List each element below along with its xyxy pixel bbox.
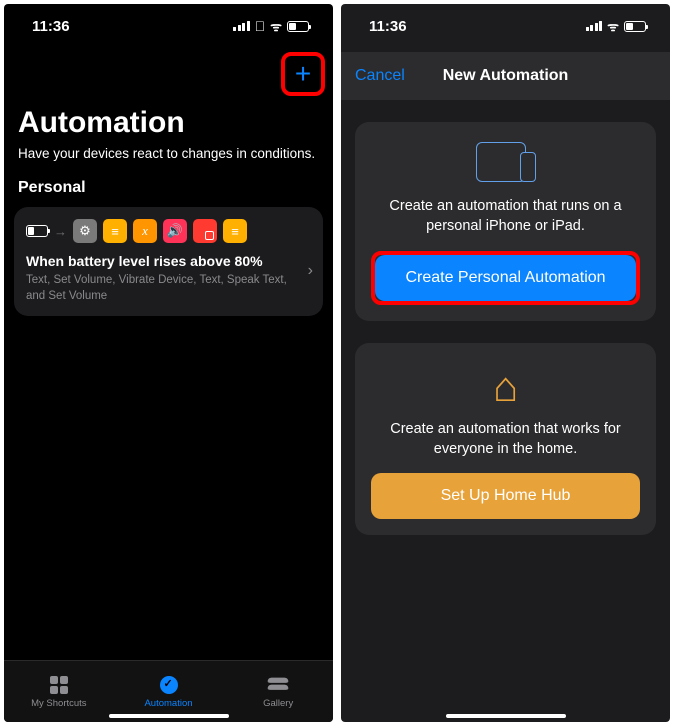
cancel-button[interactable]: Cancel xyxy=(355,67,405,85)
status-time: 11:36 xyxy=(369,18,407,35)
grid-icon xyxy=(50,676,68,694)
home-indicator[interactable] xyxy=(109,714,229,718)
home-indicator[interactable] xyxy=(446,714,566,718)
action-icon-row: → ⚙ ≡ x 🔊 ≡ xyxy=(26,219,311,243)
automation-icon xyxy=(160,676,178,694)
tab-label: Gallery xyxy=(263,698,293,709)
home-automation-card: ⌂ Create an automation that works for ev… xyxy=(355,343,656,536)
devices-icon xyxy=(476,142,536,182)
personal-text: Create an automation that runs on a pers… xyxy=(371,196,640,237)
tab-label: My Shortcuts xyxy=(31,698,86,709)
wifi-icon: ᯤ xyxy=(607,17,619,35)
battery-icon xyxy=(624,21,646,32)
status-indicators:  ᯤ xyxy=(233,17,309,35)
chevron-right-icon: › xyxy=(308,262,313,280)
sheet-header: Cancel New Automation xyxy=(341,52,670,100)
page-title: Automation xyxy=(18,106,319,140)
home-text: Create an automation that works for ever… xyxy=(371,419,640,460)
tab-automation[interactable]: Automation xyxy=(114,661,224,722)
personal-automation-card: Create an automation that runs on a pers… xyxy=(355,122,656,321)
text-icon-2: ≡ xyxy=(223,219,247,243)
battery-icon xyxy=(287,21,309,32)
cellular-icon xyxy=(233,21,250,31)
status-bar: 11:36  ᯤ xyxy=(4,4,333,48)
highlight-add: + xyxy=(281,52,325,96)
arrow-icon: → xyxy=(54,224,67,239)
wifi-icon: ᯤ xyxy=(270,17,282,35)
add-button[interactable]: + xyxy=(285,56,321,92)
vibrate-icon xyxy=(193,219,217,243)
tab-gallery[interactable]: Gallery xyxy=(223,661,333,722)
house-icon: ⌂ xyxy=(493,363,518,411)
text-icon: ≡ xyxy=(103,219,127,243)
automation-title: When battery level rises above 80% xyxy=(26,253,311,269)
page-subtitle: Have your devices react to changes in co… xyxy=(18,146,319,161)
section-personal: Personal xyxy=(18,179,319,197)
cellular-icon xyxy=(586,21,603,31)
sheet-title: New Automation xyxy=(443,67,569,85)
settings-icon: ⚙ xyxy=(73,219,97,243)
status-time: 11:36 xyxy=(32,18,70,35)
gallery-icon xyxy=(268,676,288,694)
tab-label: Automation xyxy=(144,698,192,709)
wifi-icon:  xyxy=(255,18,266,34)
phone-right: 11:36 ᯤ Cancel New Automation Create an … xyxy=(341,4,670,722)
create-personal-button[interactable]: Create Personal Automation xyxy=(375,255,636,301)
phone-left: 11:36  ᯤ + Automation Have your devices… xyxy=(4,4,333,722)
battery-trigger-icon xyxy=(26,225,48,237)
automation-card[interactable]: → ⚙ ≡ x 🔊 ≡ When battery level rises abo… xyxy=(14,207,323,316)
highlight-personal: Create Personal Automation xyxy=(371,251,640,305)
setup-home-hub-button[interactable]: Set Up Home Hub xyxy=(371,473,640,519)
automation-desc: Text, Set Volume, Vibrate Device, Text, … xyxy=(26,273,311,304)
status-indicators: ᯤ xyxy=(586,17,646,35)
tab-bar: My Shortcuts Automation Gallery xyxy=(4,660,333,722)
variable-icon: x xyxy=(133,219,157,243)
volume-icon: 🔊 xyxy=(163,219,187,243)
tab-my-shortcuts[interactable]: My Shortcuts xyxy=(4,661,114,722)
status-bar: 11:36 ᯤ xyxy=(341,4,670,48)
